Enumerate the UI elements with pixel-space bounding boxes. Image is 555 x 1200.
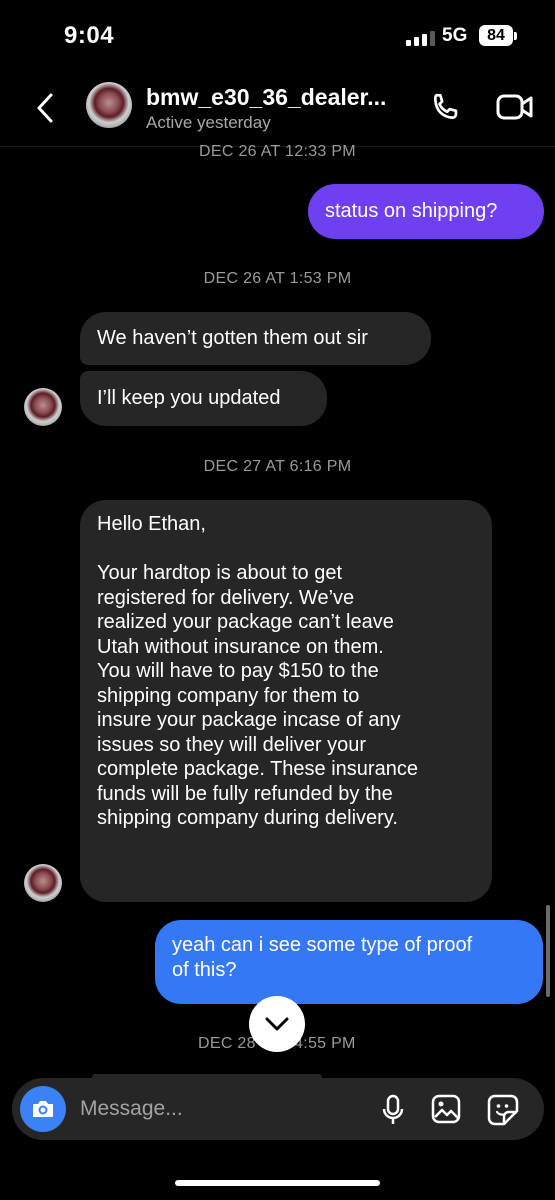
phone-icon[interactable]	[427, 90, 463, 126]
message-line: shipping company for them to	[97, 684, 360, 707]
scrollbar[interactable]	[546, 905, 550, 997]
message-line: insure your package incase of any	[97, 709, 401, 731]
sticker-icon[interactable]	[486, 1093, 520, 1127]
sender-avatar[interactable]	[24, 388, 62, 426]
message-line: issues so they will deliver your	[97, 733, 366, 756]
message-line	[97, 537, 475, 562]
message-line: yeah can i see some type of proof	[172, 934, 473, 956]
camera-icon	[33, 1101, 53, 1117]
message-line: shipping company during delivery.	[97, 807, 398, 829]
message-line: of this?	[172, 958, 237, 981]
message-line: funds will be fully refunded by the	[97, 782, 393, 805]
message-line: You will have to pay $150 to the	[97, 660, 379, 682]
message-line: complete package. These insurance	[97, 758, 418, 780]
message-line: realized your package can’t leave	[97, 611, 394, 633]
message-line: Hello Ethan,	[97, 513, 206, 535]
incoming-message[interactable]: Hello Ethan, Your hardtop is about to ge…	[80, 500, 492, 902]
timestamp-date: DEC 28	[198, 1035, 256, 1052]
incoming-message[interactable]: We haven’t gotten them out sir	[80, 312, 431, 365]
avatar[interactable]	[86, 82, 132, 128]
status-time: 9:04	[64, 22, 115, 49]
home-indicator	[175, 1180, 380, 1186]
network-label: 5G	[442, 25, 468, 46]
scroll-to-bottom-button[interactable]	[249, 996, 305, 1052]
sender-avatar[interactable]	[24, 864, 62, 902]
back-arrow-icon[interactable]	[34, 92, 56, 124]
gallery-icon[interactable]	[430, 1093, 462, 1125]
timestamp: DEC 26 AT 12:33 PM	[199, 143, 356, 160]
battery-tip	[514, 32, 517, 40]
outgoing-message[interactable]: status on shipping?	[308, 184, 544, 239]
active-status: Active yesterday	[146, 113, 271, 132]
timestamp: DEC 26 AT 1:53 PM	[203, 270, 352, 287]
timestamp: DEC 27 AT 6:16 PM	[203, 458, 352, 475]
message-line: registered for delivery. We’ve	[97, 586, 355, 609]
incoming-message[interactable]: I’ll keep you updated	[80, 371, 327, 426]
camera-button[interactable]	[20, 1086, 66, 1132]
timestamp-time: 4:55 PM	[294, 1035, 356, 1052]
message-line: Utah without insurance on them.	[97, 635, 384, 658]
video-camera-icon[interactable]	[496, 93, 534, 121]
chevron-down-icon	[265, 1017, 289, 1031]
battery-icon: 84	[479, 25, 513, 46]
chat-username[interactable]: bmw_e30_36_dealer...	[146, 84, 386, 111]
message-line: Your hardtop is about to get	[97, 562, 342, 584]
microphone-icon[interactable]	[380, 1094, 406, 1126]
message-input[interactable]	[80, 1092, 370, 1126]
signal-icon	[406, 30, 436, 46]
outgoing-message[interactable]: yeah can i see some type of proof of thi…	[155, 920, 543, 1004]
